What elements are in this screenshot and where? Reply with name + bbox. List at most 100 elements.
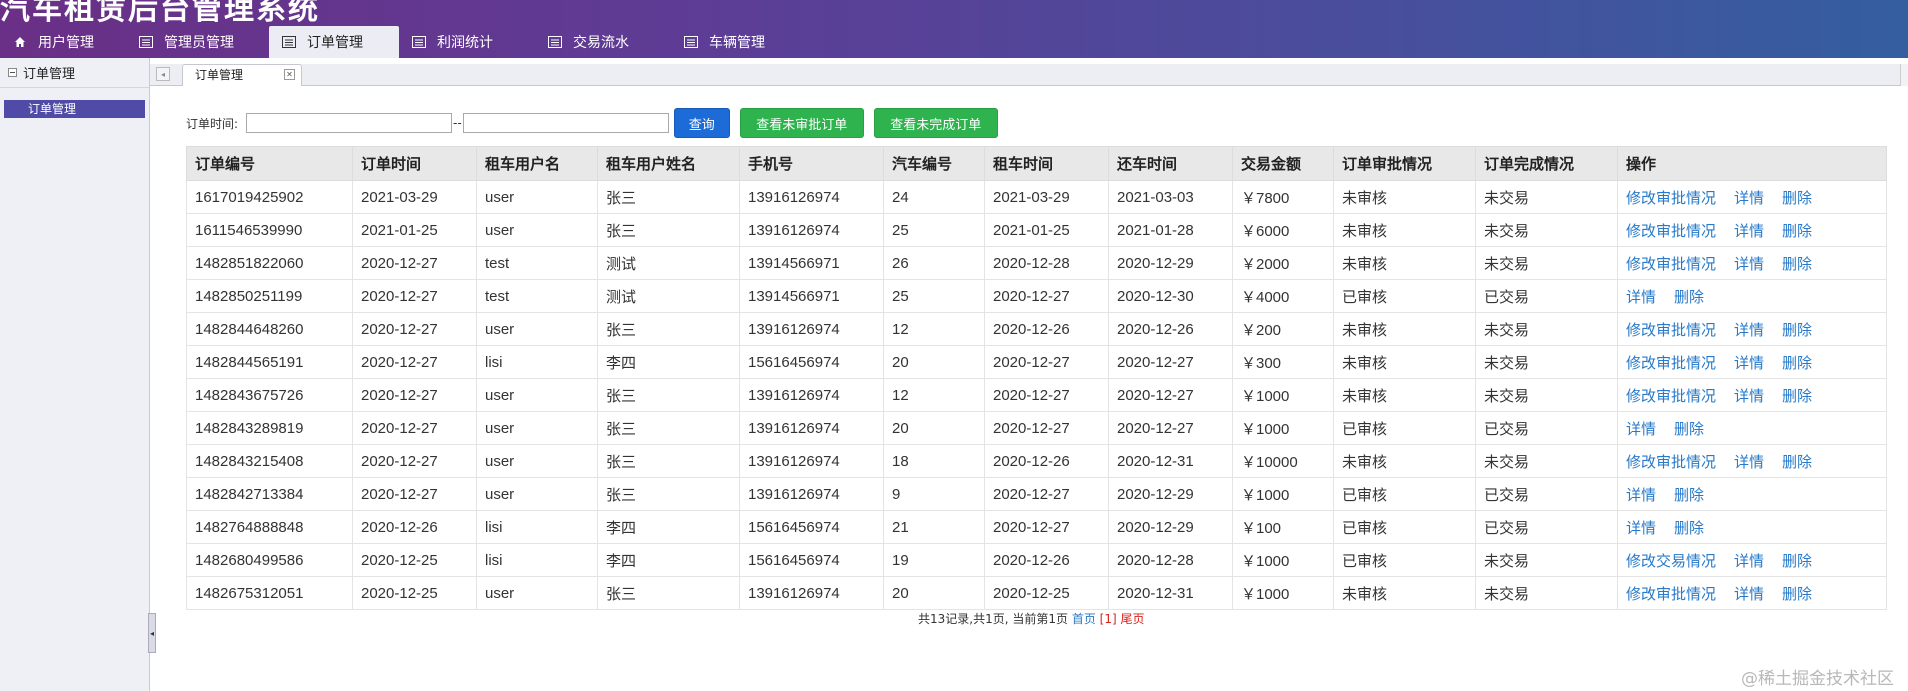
- delete-link[interactable]: 删除: [1674, 421, 1704, 438]
- delete-link[interactable]: 删除: [1782, 388, 1812, 405]
- view-unapproved-button[interactable]: 查看未审批订单: [739, 108, 864, 138]
- table-cell: ￥200: [1232, 312, 1334, 346]
- actions-cell: 修改审批情况 详情 删除: [1617, 576, 1887, 610]
- table-cell: 1482843675726: [186, 378, 353, 412]
- edit-status-link[interactable]: 修改交易情况: [1626, 553, 1716, 570]
- table-cell: 未审核: [1333, 180, 1476, 214]
- last-page-link[interactable]: 尾页: [1120, 612, 1144, 626]
- table-cell: 2020-12-27: [352, 345, 477, 379]
- nav-item-4[interactable]: 交易流水: [535, 26, 671, 58]
- edit-status-link[interactable]: 修改审批情况: [1626, 190, 1716, 207]
- table-cell: test: [476, 279, 598, 313]
- detail-link[interactable]: 详情: [1626, 421, 1656, 438]
- tab-scroll-left-icon[interactable]: ◂: [156, 67, 170, 81]
- delete-link[interactable]: 删除: [1782, 454, 1812, 471]
- table-cell: 2020-12-29: [1108, 477, 1233, 511]
- table-cell: 20: [883, 345, 985, 379]
- table-cell: 2020-12-27: [1108, 378, 1233, 412]
- detail-link[interactable]: 详情: [1734, 256, 1764, 273]
- table-cell: user: [476, 444, 598, 478]
- table-cell: 2020-12-27: [984, 345, 1109, 379]
- table-cell: 20: [883, 576, 985, 610]
- nav-item-2[interactable]: 订单管理: [269, 26, 399, 58]
- delete-link[interactable]: 删除: [1782, 190, 1812, 207]
- delete-link[interactable]: 删除: [1782, 355, 1812, 372]
- detail-link[interactable]: 详情: [1626, 520, 1656, 537]
- current-page-link[interactable]: [1]: [1100, 612, 1117, 626]
- table-row: 1482844565191 2020-12-27 lisi 李四 15616456974…: [186, 345, 1887, 379]
- table-cell: 1482850251199: [186, 279, 353, 313]
- nav-item-1[interactable]: 管理员管理: [126, 26, 263, 58]
- table-cell: user: [476, 411, 598, 445]
- nav-item-3[interactable]: 利润统计: [399, 26, 535, 58]
- table-cell: 21: [883, 510, 985, 544]
- table-row: 1617019425902 2021-03-29 user 张三 13916126974…: [186, 180, 1887, 214]
- detail-link[interactable]: 详情: [1734, 454, 1764, 471]
- table-cell: 1482842713384: [186, 477, 353, 511]
- detail-link[interactable]: 详情: [1734, 223, 1764, 240]
- sidebar-item-order-management[interactable]: 订单管理: [4, 100, 145, 118]
- delete-link[interactable]: 删除: [1782, 586, 1812, 603]
- table-cell: 张三: [597, 477, 740, 511]
- nav-item-5[interactable]: 车辆管理: [671, 26, 797, 58]
- detail-link[interactable]: 详情: [1626, 289, 1656, 306]
- edit-status-link[interactable]: 修改审批情况: [1626, 256, 1716, 273]
- table-cell: 未审核: [1333, 378, 1476, 412]
- edit-status-link[interactable]: 修改审批情况: [1626, 454, 1716, 471]
- table-cell: ￥1000: [1232, 411, 1334, 445]
- table-cell: 13916126974: [739, 378, 884, 412]
- detail-link[interactable]: 详情: [1734, 190, 1764, 207]
- nav-item-0[interactable]: 用户管理: [0, 26, 126, 58]
- table-cell: ￥1000: [1232, 378, 1334, 412]
- table-cell: ￥4000: [1232, 279, 1334, 313]
- table-cell: user: [476, 312, 598, 346]
- table-cell: 2021-03-29: [352, 180, 477, 214]
- table-cell: user: [476, 576, 598, 610]
- table-cell: 2020-12-26: [984, 312, 1109, 346]
- collapse-icon[interactable]: [8, 68, 17, 77]
- edit-status-link[interactable]: 修改审批情况: [1626, 223, 1716, 240]
- delete-link[interactable]: 删除: [1674, 487, 1704, 504]
- table-cell: 26: [883, 246, 985, 280]
- order-time-label: 订单时间:: [186, 116, 239, 131]
- detail-link[interactable]: 详情: [1626, 487, 1656, 504]
- delete-link[interactable]: 删除: [1674, 289, 1704, 306]
- actions-cell: 详情 删除: [1617, 510, 1887, 544]
- edit-status-link[interactable]: 修改审批情况: [1626, 322, 1716, 339]
- table-cell: 2020-12-25: [984, 576, 1109, 610]
- end-date-input[interactable]: [462, 113, 669, 133]
- first-page-link[interactable]: 首页: [1072, 612, 1096, 626]
- delete-link[interactable]: 删除: [1782, 553, 1812, 570]
- table-cell: lisi: [476, 510, 598, 544]
- sidebar-toggle-icon[interactable]: ◂: [148, 613, 156, 653]
- detail-link[interactable]: 详情: [1734, 586, 1764, 603]
- column-header: 订单完成情况: [1475, 146, 1618, 181]
- table-cell: 未审核: [1333, 345, 1476, 379]
- table-cell: 未审核: [1333, 576, 1476, 610]
- detail-link[interactable]: 详情: [1734, 322, 1764, 339]
- table-cell: 测试: [597, 246, 740, 280]
- view-uncompleted-button[interactable]: 查看未完成订单: [873, 108, 998, 138]
- edit-status-link[interactable]: 修改审批情况: [1626, 586, 1716, 603]
- detail-link[interactable]: 详情: [1734, 388, 1764, 405]
- sidebar-heading[interactable]: 订单管理: [0, 58, 149, 88]
- delete-link[interactable]: 删除: [1782, 256, 1812, 273]
- detail-link[interactable]: 详情: [1734, 355, 1764, 372]
- tab-label: 订单管理: [195, 68, 244, 82]
- delete-link[interactable]: 删除: [1782, 322, 1812, 339]
- table-cell: 13916126974: [739, 576, 884, 610]
- table-cell: user: [476, 477, 598, 511]
- tab-close-icon[interactable]: ✕: [284, 69, 295, 80]
- start-date-input[interactable]: [246, 113, 453, 133]
- detail-link[interactable]: 详情: [1734, 553, 1764, 570]
- table-row: 1482843675726 2020-12-27 user 张三 13916126974…: [186, 378, 1887, 412]
- query-button[interactable]: 查询: [673, 108, 730, 138]
- actions-cell: 修改审批情况 详情 删除: [1617, 378, 1887, 412]
- tab-scroll-right-icon[interactable]: [1900, 64, 1908, 86]
- delete-link[interactable]: 删除: [1782, 223, 1812, 240]
- table-cell: 2020-12-27: [984, 279, 1109, 313]
- delete-link[interactable]: 删除: [1674, 520, 1704, 537]
- table-cell: 2021-03-29: [984, 180, 1109, 214]
- edit-status-link[interactable]: 修改审批情况: [1626, 355, 1716, 372]
- edit-status-link[interactable]: 修改审批情况: [1626, 388, 1716, 405]
